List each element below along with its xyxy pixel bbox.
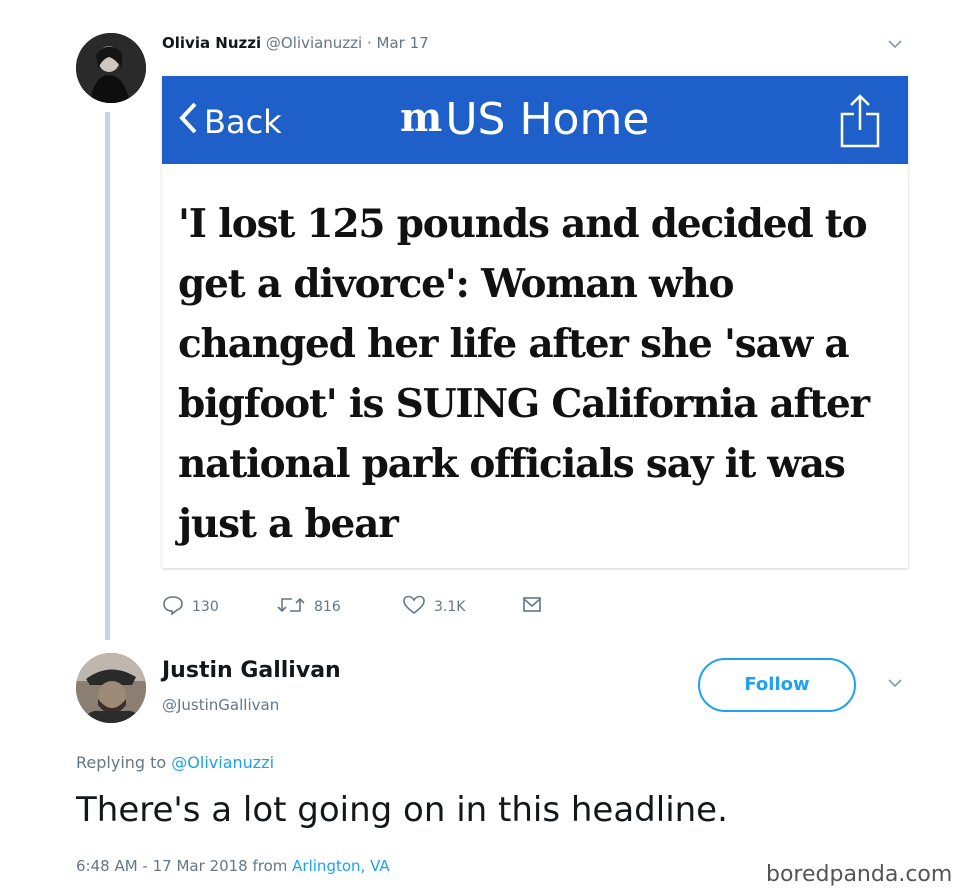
reply-author-name[interactable]: Justin Gallivan xyxy=(162,658,341,683)
like-count: 3.1K xyxy=(434,599,466,615)
chevron-down-icon[interactable] xyxy=(888,677,902,692)
replying-prefix: Replying to xyxy=(76,753,167,772)
location-link[interactable]: Arlington, VA xyxy=(292,857,389,875)
article-headline: 'I lost 125 pounds and decided to get a … xyxy=(178,201,870,547)
reply-text: There's a lot going on in this headline. xyxy=(76,790,728,830)
retweet-action[interactable]: 816 xyxy=(276,595,341,615)
back-button[interactable]: Back xyxy=(178,100,282,144)
like-icon xyxy=(403,595,425,615)
author-handle[interactable]: @Olivianuzzi xyxy=(266,34,362,52)
app-header: Back m US Home xyxy=(162,76,908,164)
embedded-screenshot-card[interactable]: Back m US Home 'I lost 125 pounds and dec… xyxy=(162,76,908,568)
thread-line xyxy=(105,112,110,640)
brand-logo: m xyxy=(400,94,442,141)
tweet-meta: Olivia Nuzzi @Olivianuzzi · Mar 17 xyxy=(162,34,429,52)
dm-icon xyxy=(523,597,541,612)
brand: m US Home xyxy=(400,94,649,146)
retweet-icon xyxy=(277,597,305,613)
reply-author-handle[interactable]: @JustinGallivan xyxy=(162,696,279,714)
retweet-count: 816 xyxy=(314,599,341,615)
replying-to: Replying to @Olivianuzzi xyxy=(76,753,274,772)
reply-count: 130 xyxy=(192,599,219,615)
reply-timestamp: 6:48 AM - 17 Mar 2018 from Arlington, VA xyxy=(76,857,390,875)
share-icon[interactable] xyxy=(838,90,882,150)
chevron-down-icon[interactable] xyxy=(888,38,902,53)
tweet-date[interactable]: · Mar 17 xyxy=(367,34,429,52)
back-chevron-icon xyxy=(178,100,198,144)
reply-icon xyxy=(163,596,183,616)
brand-title: US Home xyxy=(445,94,650,145)
replying-handle-link[interactable]: @Olivianuzzi xyxy=(171,753,274,772)
watermark: boredpanda.com xyxy=(766,862,953,887)
reply-action[interactable]: 130 xyxy=(162,595,219,616)
author-name[interactable]: Olivia Nuzzi xyxy=(162,34,261,52)
follow-button[interactable]: Follow xyxy=(698,658,856,712)
timestamp-text[interactable]: 6:48 AM - 17 Mar 2018 from xyxy=(76,857,287,875)
dm-action[interactable] xyxy=(522,595,550,615)
avatar[interactable] xyxy=(76,33,146,103)
like-action[interactable]: 3.1K xyxy=(402,595,465,615)
avatar[interactable] xyxy=(76,653,146,723)
back-label: Back xyxy=(204,103,282,141)
